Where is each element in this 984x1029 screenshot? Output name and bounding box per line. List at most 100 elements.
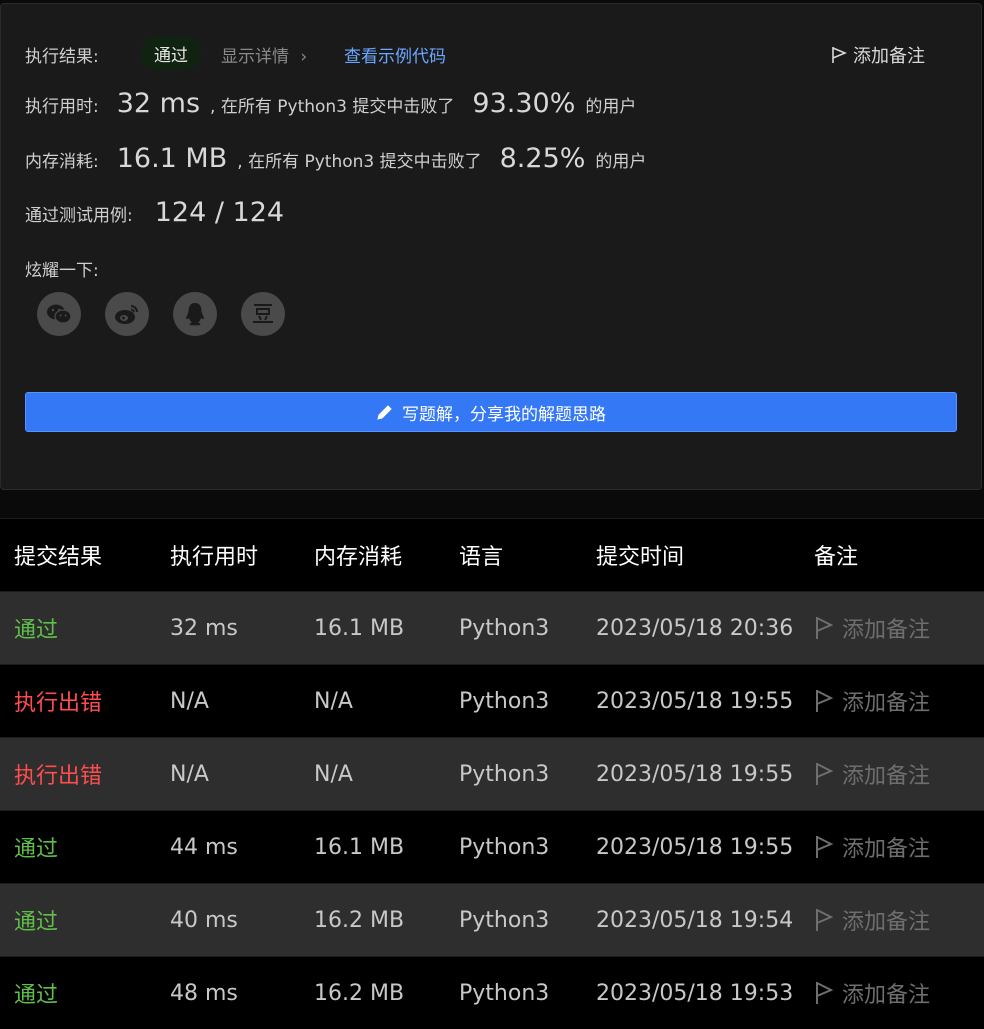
memory-cell: N/A — [314, 665, 459, 738]
table-row: 执行出错N/AN/APython32023/05/18 19:55添加备注 — [0, 665, 984, 738]
share-buttons — [37, 292, 285, 336]
memory-cell: N/A — [314, 738, 459, 811]
result-label: 执行结果: — [25, 42, 99, 67]
qq-share-button[interactable] — [173, 292, 217, 336]
add-note-button[interactable]: 添加备注 — [814, 957, 984, 1029]
runtime-middle: , 在所有 Python3 提交中击败了 — [210, 92, 454, 117]
add-note-button[interactable]: 添加备注 — [814, 811, 984, 884]
runtime-cell: 44 ms — [170, 811, 314, 884]
status-link[interactable]: 执行出错 — [0, 738, 170, 811]
memory-cell: 16.1 MB — [314, 811, 459, 884]
table-row: 通过44 ms16.1 MBPython32023/05/18 19:55 添加备… — [0, 811, 984, 884]
language-cell: Python3 — [459, 665, 596, 738]
show-details-link[interactable]: 显示详情 › — [221, 42, 307, 67]
flag-icon — [814, 616, 834, 640]
submit-time-cell: 2023/05/18 20:36 — [596, 592, 814, 665]
douban-share-button[interactable] — [241, 292, 285, 336]
memory-middle: , 在所有 Python3 提交中击败了 — [237, 147, 481, 172]
header-submit-time: 提交时间 — [596, 519, 814, 592]
status-link[interactable]: 通过 — [0, 957, 170, 1029]
weibo-share-button[interactable] — [105, 292, 149, 336]
status-link[interactable]: 执行出错 — [0, 665, 170, 738]
add-note-label: 添加备注 — [842, 685, 930, 717]
memory-cell: 16.1 MB — [314, 592, 459, 665]
write-solution-button[interactable]: 写题解，分享我的解题思路 — [25, 392, 957, 432]
submit-time-cell: 2023/05/18 19:55 — [596, 811, 814, 884]
header-language: 语言 — [459, 519, 596, 592]
runtime-percent: 93.30% — [472, 88, 575, 119]
runtime-cell: 48 ms — [170, 957, 314, 1029]
header-note: 备注 — [814, 519, 984, 592]
memory-row: 内存消耗: 16.1 MB , 在所有 Python3 提交中击败了 8.25%… — [25, 143, 646, 174]
result-panel: 执行结果: 通过 显示详情 › 查看示例代码 添加备注 执行用时: 32 ms … — [0, 3, 982, 490]
header-memory: 内存消耗 — [314, 519, 459, 592]
memory-percent: 8.25% — [500, 143, 586, 174]
add-note-label: 添加备注 — [842, 977, 930, 1009]
status-link[interactable]: 通过 — [0, 811, 170, 884]
chevron-right-icon: › — [300, 47, 307, 67]
qq-icon — [184, 302, 206, 326]
runtime-cell: 32 ms — [170, 592, 314, 665]
language-cell: Python3 — [459, 811, 596, 884]
runtime-row: 执行用时: 32 ms , 在所有 Python3 提交中击败了 93.30% … — [25, 88, 636, 119]
runtime-cell: N/A — [170, 738, 314, 811]
submissions-table: 提交结果 执行用时 内存消耗 语言 提交时间 备注 通过32 ms16.1 MB… — [0, 518, 984, 1029]
table-row: 通过32 ms16.1 MBPython32023/05/18 20:36 添加备… — [0, 592, 984, 665]
memory-value: 16.1 MB — [117, 143, 228, 174]
language-cell: Python3 — [459, 957, 596, 1029]
memory-cell: 16.2 MB — [314, 884, 459, 957]
add-note-label: 添加备注 — [853, 42, 925, 68]
table-row: 通过40 ms16.2 MBPython32023/05/18 19:54 添加备… — [0, 884, 984, 957]
add-note-label: 添加备注 — [842, 831, 930, 863]
flag-icon — [814, 981, 834, 1005]
language-cell: Python3 — [459, 884, 596, 957]
language-cell: Python3 — [459, 738, 596, 811]
add-note-label: 添加备注 — [842, 904, 930, 936]
runtime-label: 执行用时: — [25, 92, 99, 117]
submit-time-cell: 2023/05/18 19:53 — [596, 957, 814, 1029]
flag-icon — [814, 835, 834, 859]
tests-row: 通过测试用例: 124 / 124 — [25, 197, 294, 228]
submit-time-cell: 2023/05/18 19:55 — [596, 738, 814, 811]
add-note-button[interactable]: 添加备注 — [814, 592, 984, 665]
submit-time-cell: 2023/05/18 19:55 — [596, 665, 814, 738]
status-link[interactable]: 通过 — [0, 592, 170, 665]
wechat-share-button[interactable] — [37, 292, 81, 336]
add-note-button[interactable]: 添加备注 — [814, 884, 984, 957]
runtime-value: 32 ms — [117, 88, 200, 119]
share-label: 炫耀一下: — [25, 256, 99, 281]
table-row: 通过48 ms16.2 MBPython32023/05/18 19:53 添加备… — [0, 957, 984, 1029]
table-row: 执行出错N/AN/APython32023/05/18 19:55添加备注 — [0, 738, 984, 811]
flag-icon — [831, 46, 847, 64]
show-details-label: 显示详情 — [221, 47, 289, 67]
memory-suffix: 的用户 — [595, 147, 646, 172]
flag-icon — [814, 908, 834, 932]
douban-icon — [251, 302, 275, 326]
tests-value: 124 / 124 — [155, 197, 284, 228]
flag-icon — [814, 689, 834, 713]
add-note-label: 添加备注 — [842, 612, 930, 644]
pencil-icon — [376, 403, 394, 421]
wechat-icon — [46, 303, 72, 325]
runtime-cell: 40 ms — [170, 884, 314, 957]
add-note-label: 添加备注 — [842, 758, 930, 790]
tests-label: 通过测试用例: — [25, 201, 133, 226]
weibo-icon — [114, 303, 140, 325]
add-note-button-top[interactable]: 添加备注 — [831, 42, 925, 68]
view-example-link[interactable]: 查看示例代码 — [344, 42, 446, 67]
runtime-suffix: 的用户 — [585, 92, 636, 117]
write-solution-label: 写题解，分享我的解题思路 — [402, 400, 606, 425]
status-link[interactable]: 通过 — [0, 884, 170, 957]
table-header-row: 提交结果 执行用时 内存消耗 语言 提交时间 备注 — [0, 519, 984, 592]
submit-time-cell: 2023/05/18 19:54 — [596, 884, 814, 957]
memory-cell: 16.2 MB — [314, 957, 459, 1029]
memory-label: 内存消耗: — [25, 147, 99, 172]
add-note-button[interactable]: 添加备注 — [814, 738, 984, 811]
header-runtime: 执行用时 — [170, 519, 314, 592]
status-badge: 通过 — [140, 36, 202, 70]
add-note-button[interactable]: 添加备注 — [814, 665, 984, 738]
runtime-cell: N/A — [170, 665, 314, 738]
header-status: 提交结果 — [0, 519, 170, 592]
language-cell: Python3 — [459, 592, 596, 665]
flag-icon — [814, 762, 834, 786]
